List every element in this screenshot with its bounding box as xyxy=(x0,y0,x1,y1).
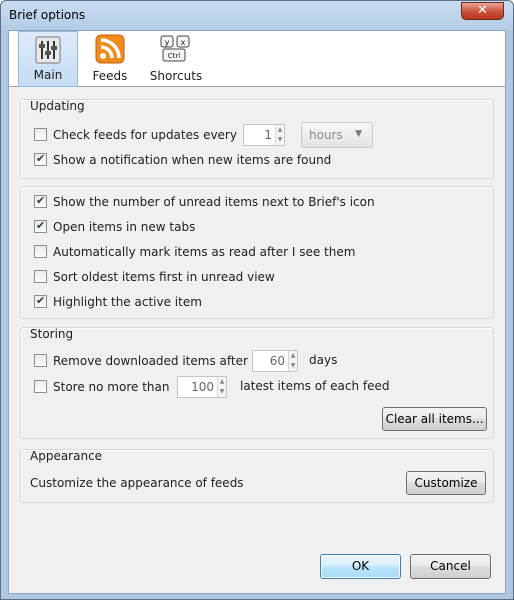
keyboard-keys-icon: y x Ctrl xyxy=(160,35,190,62)
appearance-group: Appearance Customize the appearance of f… xyxy=(20,449,494,503)
remove-days-unit: days xyxy=(309,353,338,367)
open-new-tabs-option[interactable]: Open items in new tabs xyxy=(34,218,196,237)
updating-group: Updating Check feeds for updates every 1… xyxy=(20,99,494,179)
store-limit-option[interactable]: Store no more than xyxy=(34,379,169,397)
pane-selector-toolbar: Main Feeds y x Ctrl Shorcuts xyxy=(9,31,505,87)
key-ctrl-glyph: Ctrl xyxy=(168,52,181,60)
auto-mark-read-option[interactable]: Automatically mark items as read after I… xyxy=(34,244,355,262)
key-x-glyph: x xyxy=(181,38,186,47)
update-interval-value: 1 xyxy=(264,128,272,142)
window-title: Brief options xyxy=(9,8,86,22)
remove-items-option[interactable]: Remove downloaded items after xyxy=(34,353,248,371)
sort-oldest-label: Sort oldest items first in unread view xyxy=(53,270,275,284)
close-icon: ✕ xyxy=(477,3,488,18)
tab-feeds-label: Feeds xyxy=(92,69,128,83)
sliders-icon xyxy=(35,36,61,64)
sort-oldest-option[interactable]: Sort oldest items first in unread view xyxy=(34,269,275,287)
key-y-glyph: y xyxy=(165,38,170,47)
tab-feeds[interactable]: Feeds xyxy=(82,31,138,87)
updating-legend: Updating xyxy=(30,99,85,113)
notify-option[interactable]: Show a notification when new items are f… xyxy=(34,151,332,170)
store-limit-input[interactable]: 100 ▲ ▼ xyxy=(177,376,227,398)
tab-main[interactable]: Main xyxy=(18,31,78,87)
sort-oldest-checkbox[interactable] xyxy=(34,270,47,283)
remove-days-spinner[interactable]: ▲ ▼ xyxy=(288,351,297,371)
ok-button[interactable]: OK xyxy=(320,554,401,579)
check-feeds-option[interactable]: Check feeds for updates every xyxy=(34,127,237,145)
highlight-active-option[interactable]: Highlight the active item xyxy=(34,293,202,312)
appearance-legend: Appearance xyxy=(30,449,103,463)
remove-items-label: Remove downloaded items after xyxy=(53,354,248,368)
update-interval-spinner[interactable]: ▲ ▼ xyxy=(275,125,284,145)
customize-button[interactable]: Customize xyxy=(406,471,486,495)
appearance-description: Customize the appearance of feeds xyxy=(30,476,244,490)
storing-group: Storing Remove downloaded items after 60… xyxy=(20,327,494,439)
highlight-active-label: Highlight the active item xyxy=(53,295,202,309)
notify-checkbox[interactable] xyxy=(34,151,47,167)
tab-main-label: Main xyxy=(33,68,63,82)
unread-count-option[interactable]: Show the number of unread items next to … xyxy=(34,193,375,212)
update-interval-unit-select[interactable]: hours ▼ xyxy=(301,122,373,148)
update-interval-input[interactable]: 1 ▲ ▼ xyxy=(243,124,285,146)
unread-count-label: Show the number of unread items next to … xyxy=(53,195,375,209)
options-window: Brief options ✕ Main Feeds y x Ctrl Shor… xyxy=(0,0,514,600)
remove-days-input[interactable]: 60 ▲ ▼ xyxy=(252,350,298,372)
remove-items-checkbox[interactable] xyxy=(34,354,47,367)
highlight-active-checkbox[interactable] xyxy=(34,293,47,309)
store-limit-label: Store no more than xyxy=(53,380,170,394)
tab-shortcuts-label: Shorcuts xyxy=(149,69,203,83)
auto-mark-read-checkbox[interactable] xyxy=(34,245,47,258)
store-limit-unit: latest items of each feed xyxy=(240,379,390,393)
store-limit-value: 100 xyxy=(191,380,214,394)
display-options-group: Show the number of unread items next to … xyxy=(20,186,494,319)
open-new-tabs-label: Open items in new tabs xyxy=(53,220,196,234)
tab-shortcuts[interactable]: y x Ctrl Shorcuts xyxy=(144,31,208,87)
store-limit-checkbox[interactable] xyxy=(34,380,47,393)
check-feeds-checkbox[interactable] xyxy=(34,128,47,141)
storing-legend: Storing xyxy=(30,327,74,341)
cancel-button[interactable]: Cancel xyxy=(410,554,491,579)
close-button[interactable]: ✕ xyxy=(461,2,504,20)
notify-label: Show a notification when new items are f… xyxy=(53,153,332,167)
auto-mark-read-label: Automatically mark items as read after I… xyxy=(53,245,356,259)
open-new-tabs-checkbox[interactable] xyxy=(34,218,47,234)
clear-all-items-button[interactable]: Clear all items... xyxy=(382,407,487,431)
title-bar[interactable]: Brief options ✕ xyxy=(1,1,513,30)
chevron-down-icon: ▼ xyxy=(355,129,362,139)
update-interval-unit-value: hours xyxy=(309,128,343,142)
rss-feed-icon xyxy=(95,34,125,64)
store-limit-spinner[interactable]: ▲ ▼ xyxy=(217,377,226,397)
dialog-client-area: Main Feeds y x Ctrl Shorcuts Updating Ch… xyxy=(8,30,506,594)
unread-count-checkbox[interactable] xyxy=(34,193,47,209)
remove-days-value: 60 xyxy=(269,354,285,368)
check-feeds-label: Check feeds for updates every xyxy=(53,128,237,142)
